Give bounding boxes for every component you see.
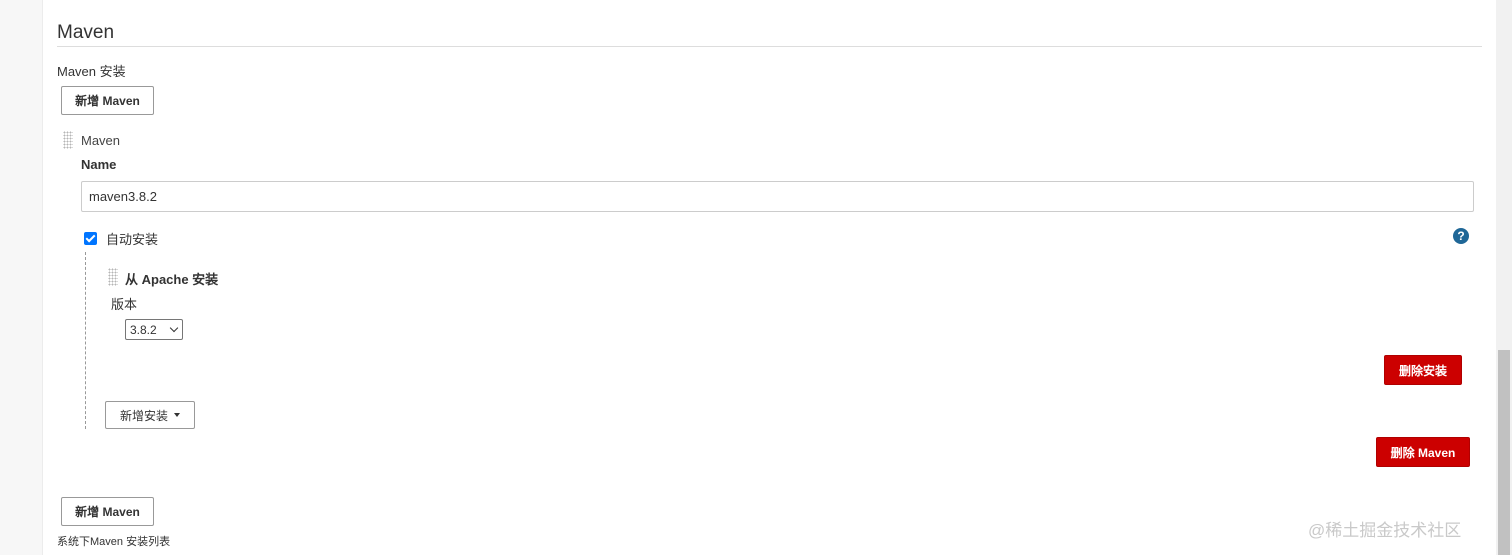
version-select-value: 3.8.2 [130,322,157,337]
delete-installer-button[interactable]: 删除安装 [1384,355,1462,385]
installer-nesting-line [85,252,86,429]
name-field-label: Name [81,157,117,172]
chevron-down-icon [169,323,179,333]
installation-header: Maven [81,133,121,148]
installations-footnote: 系统下Maven 安装列表 [57,536,171,548]
scrollbar-thumb[interactable] [1498,350,1510,555]
add-maven-button-bottom[interactable]: 新增 Maven [61,497,154,526]
section-title: Maven [57,22,115,43]
add-maven-button-top[interactable]: 新增 Maven [61,86,154,115]
watermark: @稀土掘金技术社区 [1308,521,1462,540]
add-installer-button[interactable]: 新增安装 [105,401,195,429]
help-icon[interactable]: ? [1453,228,1469,244]
caret-down-icon [174,412,180,417]
installer-drag-handle-icon[interactable] [108,268,118,286]
maven-installations-label: Maven 安装 [57,64,126,79]
auto-install-checkbox[interactable] [84,232,97,245]
name-field[interactable] [81,181,1474,212]
delete-maven-button[interactable]: 删除 Maven [1376,437,1470,467]
version-label: 版本 [111,297,138,312]
left-rail [0,0,43,555]
drag-handle-icon[interactable] [63,131,73,149]
version-select[interactable]: 3.8.2 [125,319,183,340]
auto-install-label[interactable]: 自动安装 [106,229,158,248]
section-divider [57,46,1482,47]
installer-title: 从 Apache 安装 [125,272,219,287]
auto-install-row[interactable]: 自动安装 [84,229,158,248]
add-installer-label: 新增安装 [119,408,168,423]
